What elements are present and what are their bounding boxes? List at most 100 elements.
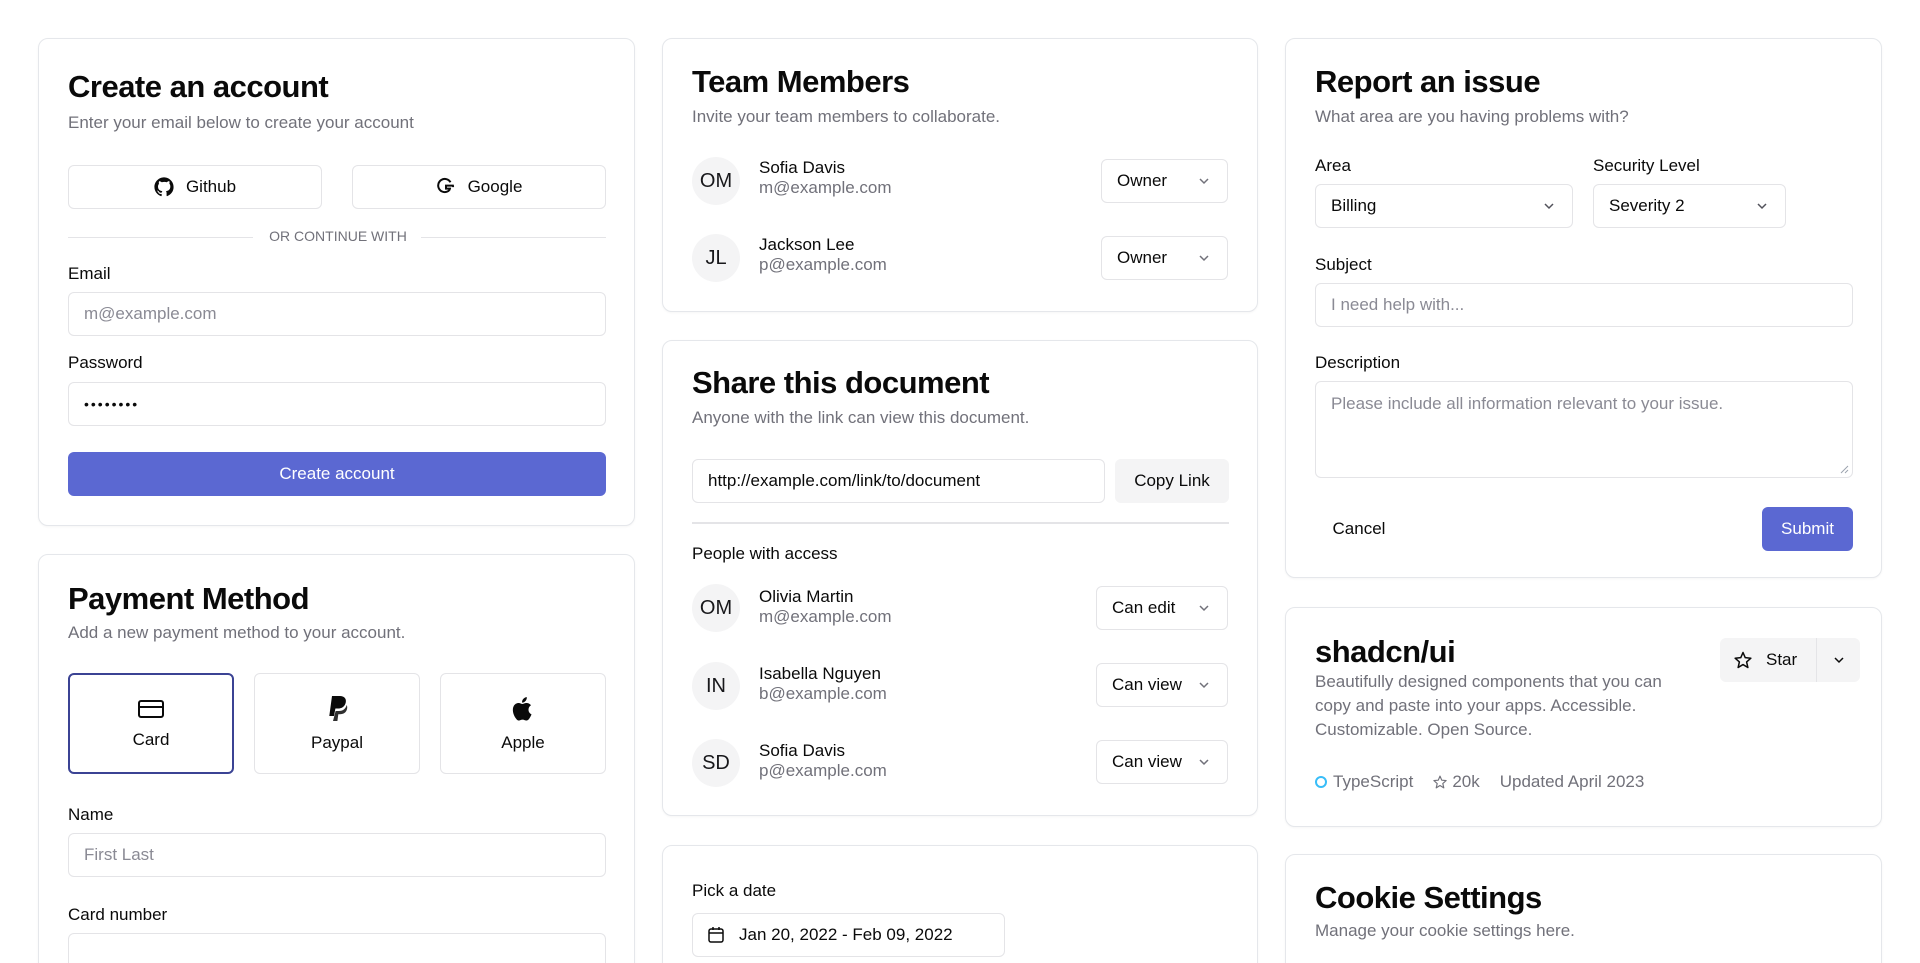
security-level-label: Security Level (1593, 156, 1700, 175)
date-range-value: Jan 20, 2022 - Feb 09, 2022 (739, 925, 953, 944)
member-email: p@example.com (759, 255, 887, 274)
permission-select[interactable]: Can view (1096, 663, 1228, 707)
name-input[interactable]: First Last (68, 833, 606, 877)
date-range-button[interactable]: Jan 20, 2022 - Feb 09, 2022 (692, 913, 1005, 957)
person-email: m@example.com (759, 607, 892, 626)
password-label: Password (68, 353, 143, 372)
calendar-icon (707, 926, 725, 944)
people-heading: People with access (692, 544, 838, 563)
person-name: Olivia Martin (759, 587, 854, 606)
repo-meta: TypeScript 20k Updated April 2023 (1315, 772, 1644, 792)
credit-card-icon (137, 698, 165, 720)
create-account-card: Create an account Enter your email below… (38, 38, 635, 526)
team-title: Team Members (692, 64, 910, 99)
report-issue-card: Report an issue What area are you having… (1285, 38, 1882, 578)
github-button[interactable]: Github (68, 165, 322, 209)
create-account-title: Create an account (68, 69, 329, 104)
security-level-value: Severity 2 (1609, 196, 1685, 215)
submit-button[interactable]: Submit (1762, 507, 1853, 551)
payment-title: Payment Method (68, 581, 310, 616)
star-dropdown-button[interactable] (1817, 638, 1860, 682)
permission-value: Can view (1112, 675, 1182, 694)
report-title: Report an issue (1315, 64, 1541, 99)
description-textarea[interactable]: Please include all information relevant … (1315, 381, 1853, 478)
chevron-down-icon (1196, 250, 1212, 266)
create-account-description: Enter your email below to create your ac… (68, 113, 414, 132)
separator (692, 522, 1229, 524)
person-email: b@example.com (759, 684, 887, 703)
cookie-title: Cookie Settings (1315, 880, 1542, 915)
star-button-group: Star (1720, 638, 1860, 682)
area-label: Area (1315, 156, 1351, 175)
copy-link-button[interactable]: Copy Link (1115, 459, 1229, 503)
payment-option-paypal-label: Paypal (311, 732, 363, 752)
report-description: What area are you having problems with? (1315, 107, 1629, 126)
cookie-description: Manage your cookie settings here. (1315, 921, 1575, 940)
chevron-down-icon (1754, 198, 1770, 214)
area-value: Billing (1331, 196, 1377, 215)
github-button-label: Github (185, 177, 237, 196)
avatar: SD (692, 739, 740, 787)
divider-line-left (68, 237, 253, 238)
area-select[interactable]: Billing (1315, 184, 1573, 228)
email-label: Email (68, 264, 111, 283)
avatar: IN (692, 662, 740, 710)
chevron-down-icon (1831, 652, 1847, 668)
payment-option-paypal[interactable]: Paypal (254, 673, 420, 774)
avatar: JL (692, 234, 740, 282)
avatar: OM (692, 584, 740, 632)
apple-icon (510, 695, 536, 723)
member-role-value: Owner (1117, 171, 1168, 190)
member-role-select[interactable]: Owner (1101, 236, 1228, 280)
member-role-select[interactable]: Owner (1101, 159, 1228, 203)
chevron-down-icon (1196, 173, 1212, 189)
date-picker-label: Pick a date (692, 881, 777, 900)
star-icon (1734, 651, 1752, 669)
payment-method-card: Payment Method Add a new payment method … (38, 554, 635, 963)
cancel-button[interactable]: Cancel (1315, 507, 1403, 551)
permission-select[interactable]: Can view (1096, 740, 1228, 784)
share-link-input[interactable]: http://example.com/link/to/document (692, 459, 1105, 503)
permission-value: Can edit (1112, 598, 1176, 617)
share-title: Share this document (692, 365, 990, 400)
person-name: Sofia Davis (759, 741, 845, 760)
date-picker-card: Pick a date Jan 20, 2022 - Feb 09, 2022 (662, 845, 1258, 963)
payment-option-card[interactable]: Card (68, 673, 234, 774)
resize-handle-icon[interactable] (1839, 464, 1849, 474)
repo-stars: 20k (1452, 772, 1480, 791)
payment-description: Add a new payment method to your account… (68, 623, 406, 642)
payment-option-apple[interactable]: Apple (440, 673, 606, 774)
star-button-label: Star (1766, 650, 1798, 669)
security-level-select[interactable]: Severity 2 (1593, 184, 1786, 228)
google-button-label: Google (467, 177, 523, 196)
password-input[interactable]: •••••••• (68, 382, 606, 426)
subject-input[interactable]: I need help with... (1315, 283, 1853, 327)
paypal-icon (325, 695, 349, 723)
repo-updated: Updated April 2023 (1499, 772, 1645, 791)
card-number-input[interactable] (68, 933, 606, 963)
person-email: p@example.com (759, 761, 887, 780)
card-number-label: Card number (68, 905, 168, 924)
chevron-down-icon (1196, 600, 1212, 616)
cookie-settings-card: Cookie Settings Manage your cookie setti… (1285, 854, 1882, 963)
google-button[interactable]: Google (352, 165, 606, 209)
member-email: m@example.com (759, 178, 892, 197)
create-account-button[interactable]: Create account (68, 452, 606, 496)
team-members-card: Team Members Invite your team members to… (662, 38, 1258, 312)
permission-select[interactable]: Can edit (1096, 586, 1228, 630)
avatar: OM (692, 157, 740, 205)
share-description: Anyone with the link can view this docum… (692, 408, 1030, 427)
payment-option-apple-label: Apple (501, 732, 545, 752)
divider-text: OR CONTINUE WITH (269, 228, 407, 244)
email-input[interactable]: m@example.com (68, 292, 606, 336)
person-name: Isabella Nguyen (759, 664, 881, 683)
star-icon (1433, 775, 1448, 789)
star-button[interactable]: Star (1720, 638, 1816, 682)
chevron-down-icon (1196, 754, 1212, 770)
repo-description: Beautifully designed components that you… (1315, 672, 1662, 739)
repo-card: shadcn/ui Beautifully designed component… (1285, 607, 1882, 827)
member-name: Sofia Davis (759, 158, 845, 177)
member-role-value: Owner (1117, 248, 1168, 267)
repo-language: TypeScript (1333, 772, 1414, 791)
github-icon (154, 177, 174, 197)
